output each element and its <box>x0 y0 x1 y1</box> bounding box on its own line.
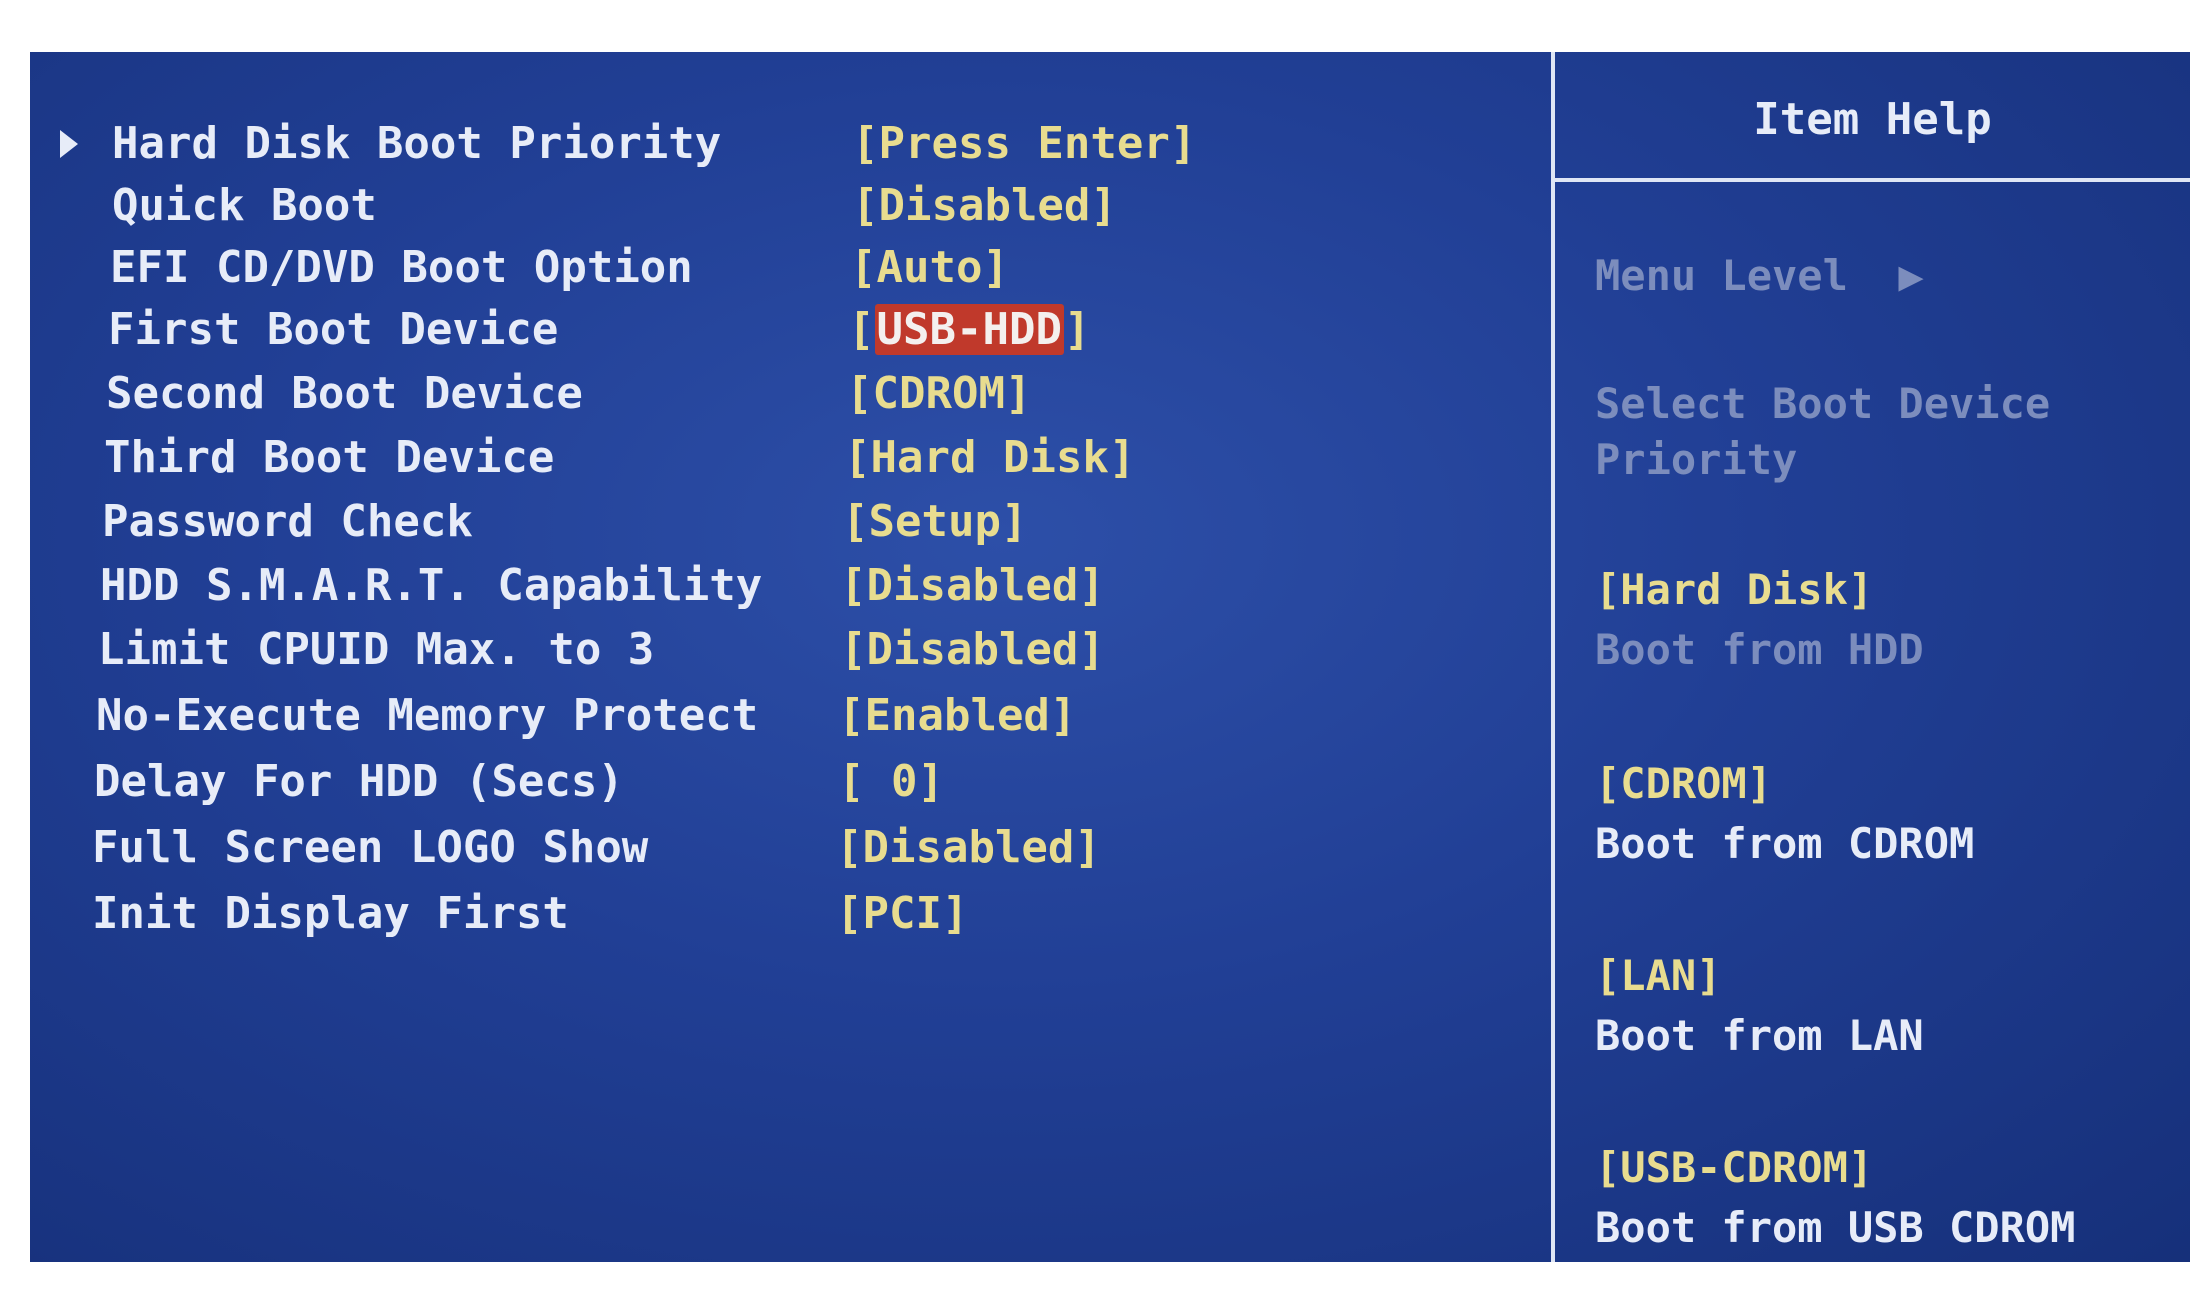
bios-screen: Hard Disk Boot Priority [Press Enter] Qu… <box>30 52 2190 1262</box>
setting-label: Init Display First <box>92 888 569 939</box>
setting-label: Quick Boot <box>112 180 377 231</box>
menu-level-text: Menu Level ▶ <box>1595 251 1924 300</box>
setting-row-third-boot-device[interactable]: Third Boot Device [Hard Disk] <box>30 430 1530 486</box>
setting-value[interactable]: [Press Enter] <box>852 116 1196 172</box>
setting-label: Password Check <box>102 496 473 547</box>
setting-label: No-Execute Memory Protect <box>96 690 759 741</box>
setting-label: Third Boot Device <box>104 432 555 483</box>
setting-row-delay-for-hdd[interactable]: Delay For HDD (Secs) [ 0] <box>30 754 1530 810</box>
value-bracket-open: [ <box>848 304 875 355</box>
value-bracket-close: ] <box>1063 304 1091 355</box>
setting-row-first-boot-device[interactable]: First Boot Device [USB-HDD] <box>30 302 1530 358</box>
setting-label: Limit CPUID Max. to 3 <box>98 624 655 675</box>
setting-value-selected[interactable]: [USB-HDD] <box>848 302 1090 358</box>
settings-panel: Hard Disk Boot Priority [Press Enter] Qu… <box>30 52 1550 1262</box>
setting-value[interactable]: [Hard Disk] <box>844 430 1135 486</box>
setting-row-no-execute-memory-protect[interactable]: No-Execute Memory Protect [Enabled] <box>30 688 1530 744</box>
help-option-name: [Hard Disk] <box>1595 565 1874 614</box>
help-option-desc: Boot from HDD <box>1595 625 1924 674</box>
setting-row-efi-cd-dvd-boot-option[interactable]: EFI CD/DVD Boot Option [Auto] <box>30 240 1530 296</box>
help-option-name: [LAN] <box>1595 951 1722 1000</box>
item-help-panel: Item Help Menu Level ▶ Select Boot Devic… <box>1555 52 2190 1262</box>
setting-value[interactable]: [Disabled] <box>852 178 1117 234</box>
item-help-title: Item Help <box>1753 94 1992 145</box>
setting-row-quick-boot[interactable]: Quick Boot [Disabled] <box>30 178 1530 234</box>
help-description-line-1: Select Boot Device <box>1595 379 2051 428</box>
setting-value[interactable]: [Disabled] <box>840 622 1105 678</box>
help-option-desc: Boot from USB CDROM <box>1595 1203 2076 1252</box>
setting-label: Second Boot Device <box>106 368 583 419</box>
setting-value[interactable]: [PCI] <box>836 886 968 942</box>
setting-label: First Boot Device <box>108 304 559 355</box>
help-description-line-2: Priority <box>1595 435 1798 484</box>
setting-value[interactable]: [Auto] <box>850 240 1009 296</box>
setting-value[interactable]: [Disabled] <box>840 558 1105 614</box>
setting-value[interactable]: [Disabled] <box>836 820 1101 876</box>
setting-row-hard-disk-boot-priority[interactable]: Hard Disk Boot Priority [Press Enter] <box>30 116 1530 172</box>
help-option-name: [USB-CDROM] <box>1595 1143 1874 1192</box>
setting-label: Full Screen LOGO Show <box>92 822 649 873</box>
setting-row-limit-cpuid-max[interactable]: Limit CPUID Max. to 3 [Disabled] <box>30 622 1530 678</box>
setting-label: HDD S.M.A.R.T. Capability <box>100 560 763 611</box>
help-title-separator <box>1555 178 2190 182</box>
setting-value[interactable]: [Setup] <box>842 494 1027 550</box>
setting-value[interactable]: [ 0] <box>838 754 944 810</box>
submenu-arrow-icon <box>60 130 78 158</box>
setting-label: Hard Disk Boot Priority <box>112 118 722 169</box>
help-option-desc: Boot from LAN <box>1595 1011 1924 1060</box>
help-option-name: [CDROM] <box>1595 759 1773 808</box>
help-option-desc: Boot from CDROM <box>1595 819 1975 868</box>
setting-row-second-boot-device[interactable]: Second Boot Device [CDROM] <box>30 366 1530 422</box>
setting-label: EFI CD/DVD Boot Option <box>110 242 693 293</box>
selected-value-highlight[interactable]: USB-HDD <box>874 304 1064 355</box>
setting-row-init-display-first[interactable]: Init Display First [PCI] <box>30 886 1530 942</box>
setting-row-hdd-smart-capability[interactable]: HDD S.M.A.R.T. Capability [Disabled] <box>30 558 1530 614</box>
setting-value[interactable]: [Enabled] <box>838 688 1076 744</box>
setting-value[interactable]: [CDROM] <box>846 366 1031 422</box>
setting-row-full-screen-logo-show[interactable]: Full Screen LOGO Show [Disabled] <box>30 820 1530 876</box>
setting-row-password-check[interactable]: Password Check [Setup] <box>30 494 1530 550</box>
setting-label: Delay For HDD (Secs) <box>94 756 624 807</box>
